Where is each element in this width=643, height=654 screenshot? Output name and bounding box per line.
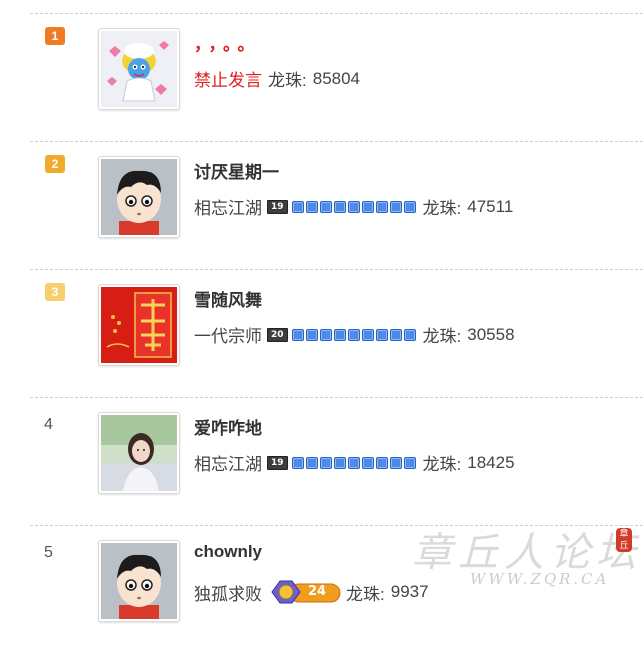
level-medal-icon: 24 <box>268 578 342 606</box>
avatar[interactable] <box>98 28 180 110</box>
star-icon <box>403 328 416 341</box>
star-icon <box>319 328 332 341</box>
star-icon <box>389 328 402 341</box>
dragon-value: 9937 <box>390 582 429 601</box>
star-icon <box>333 200 346 213</box>
username[interactable]: 爱咋咋地 <box>194 414 262 439</box>
star-icon <box>319 200 332 213</box>
user-meta: 独孤求败 24 龙珠: 9937 <box>194 578 429 606</box>
star-icon <box>305 200 318 213</box>
avatar[interactable] <box>98 284 180 366</box>
star-icon <box>375 456 388 469</box>
star-icon <box>347 328 360 341</box>
rank-badge: 3 <box>45 283 65 301</box>
rank-badge: 2 <box>45 155 65 173</box>
rank-badge: 1 <box>45 27 65 45</box>
level-title: 独孤求败 <box>194 584 262 604</box>
avatar[interactable] <box>98 412 180 494</box>
star-icon <box>361 200 374 213</box>
list-item: 2 讨厌星期一 相忘江湖 19 龙珠: 47511 <box>30 141 643 270</box>
star-icon <box>291 456 304 469</box>
avatar-fu-image <box>101 287 177 363</box>
medal-icon <box>271 580 341 604</box>
user-meta: 一代宗师 20 龙珠: 30558 <box>194 322 515 347</box>
list-item: 3 雪随风舞 一代宗师 20 龙珠: 30558 <box>30 269 643 398</box>
dragon-label: 龙珠: <box>346 584 385 604</box>
star-icon <box>347 456 360 469</box>
level-title: 禁止发言 <box>194 71 262 90</box>
username[interactable]: ，，。。 <box>194 30 261 55</box>
username[interactable]: chownly <box>194 542 262 562</box>
list-item: 4 爱咋咋地 相忘江湖 19 龙珠: 18425 <box>30 397 643 526</box>
star-icon <box>403 456 416 469</box>
avatar[interactable] <box>98 156 180 238</box>
dragon-value: 47511 <box>467 196 514 216</box>
user-meta: 禁止发言 龙珠: 85804 <box>194 66 360 91</box>
star-icon <box>291 200 304 213</box>
user-meta: 相忘江湖 19 龙珠: 47511 <box>194 194 513 219</box>
star-icon <box>347 200 360 213</box>
avatar-boy-image <box>101 543 177 619</box>
dragon-label: 龙珠: <box>422 199 462 218</box>
star-icon <box>305 456 318 469</box>
star-rating <box>291 328 416 341</box>
level-title: 相忘江湖 <box>194 455 262 474</box>
star-icon <box>389 200 402 213</box>
star-rating <box>291 456 416 469</box>
dragon-value: 30558 <box>467 324 515 344</box>
star-icon <box>319 456 332 469</box>
list-item: 1 ，，。。 禁止发言 龙珠: 85804 <box>30 13 643 142</box>
star-icon <box>333 328 346 341</box>
star-icon <box>333 456 346 469</box>
username[interactable]: 讨厌星期一 <box>194 158 279 183</box>
star-rating <box>291 200 416 213</box>
medal-level-number: 24 <box>308 584 327 599</box>
dragon-label: 龙珠: <box>268 71 307 90</box>
dragon-value: 85804 <box>312 68 361 88</box>
star-icon <box>361 456 374 469</box>
level-title: 一代宗师 <box>194 327 262 346</box>
username[interactable]: 雪随风舞 <box>194 286 262 311</box>
avatar-smurfette-image <box>101 31 177 107</box>
star-icon <box>305 328 318 341</box>
list-item: 5 chownly 独孤求败 24 龙珠: 9937 <box>30 525 643 654</box>
dragon-label: 龙珠: <box>422 455 462 474</box>
avatar-boy-image <box>101 159 177 235</box>
level-icon: 20 <box>267 327 288 342</box>
dragon-label: 龙珠: <box>422 327 462 346</box>
rank-number: 5 <box>44 544 53 561</box>
star-icon <box>361 328 374 341</box>
rank-number: 4 <box>44 416 53 433</box>
star-icon <box>403 200 416 213</box>
star-icon <box>375 328 388 341</box>
avatar[interactable] <box>98 540 180 622</box>
dragon-value: 18425 <box>467 452 515 472</box>
level-title: 相忘江湖 <box>194 199 262 218</box>
star-icon <box>375 200 388 213</box>
star-icon <box>291 328 304 341</box>
user-meta: 相忘江湖 19 龙珠: 18425 <box>194 450 515 475</box>
avatar-girl-photo <box>101 415 177 491</box>
level-icon: 19 <box>267 455 288 470</box>
level-icon: 19 <box>267 199 288 214</box>
star-icon <box>389 456 402 469</box>
